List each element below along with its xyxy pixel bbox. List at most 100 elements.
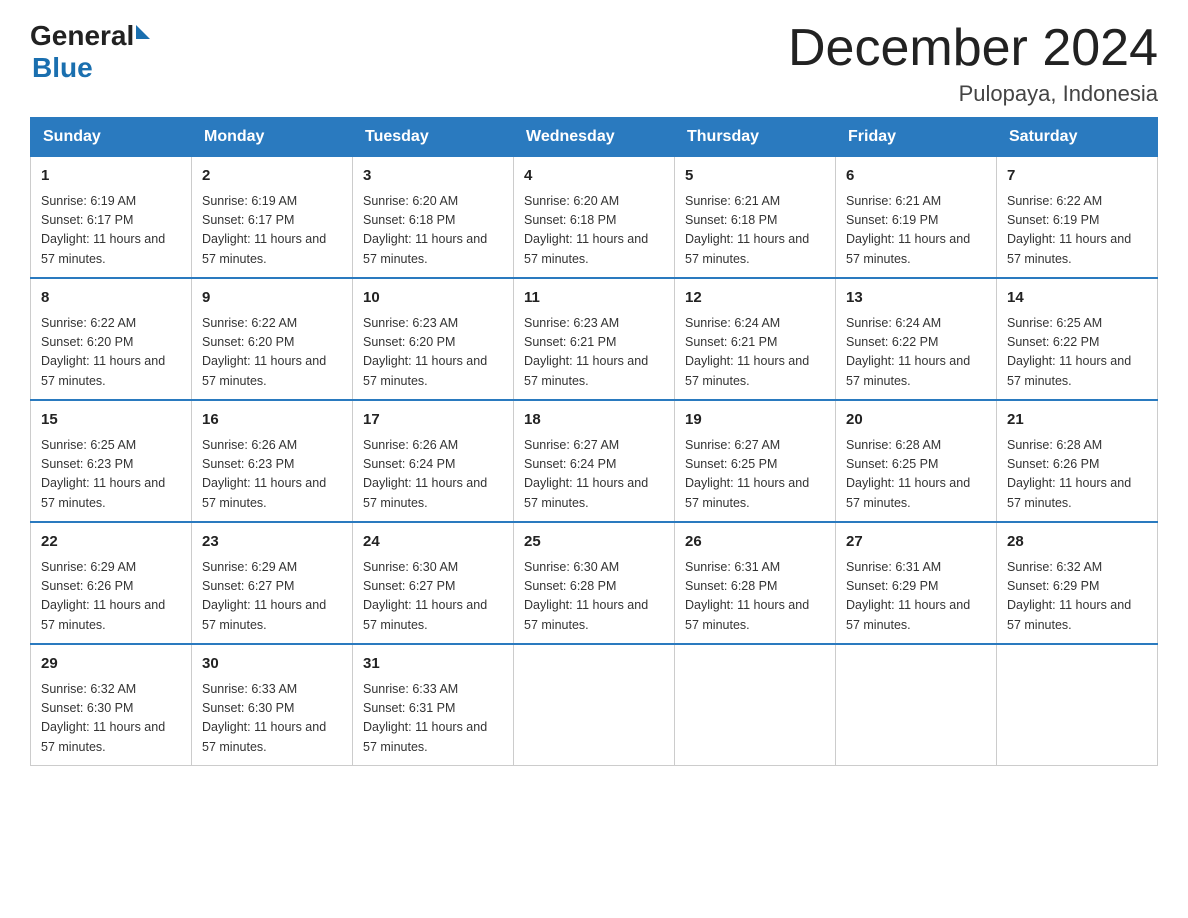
day-info: Sunrise: 6:23 AMSunset: 6:20 PMDaylight:… xyxy=(363,314,503,392)
header-day-thursday: Thursday xyxy=(675,118,836,157)
day-info: Sunrise: 6:33 AMSunset: 6:31 PMDaylight:… xyxy=(363,680,503,758)
day-number: 7 xyxy=(1007,165,1147,188)
calendar-cell: 4 Sunrise: 6:20 AMSunset: 6:18 PMDaylight… xyxy=(514,157,675,279)
calendar-cell: 27Sunrise: 6:31 AMSunset: 6:29 PMDayligh… xyxy=(836,522,997,644)
day-number: 21 xyxy=(1007,409,1147,432)
calendar-cell: 12 Sunrise: 6:24 AMSunset: 6:21 PMDayligh… xyxy=(675,278,836,400)
calendar-header: SundayMondayTuesdayWednesdayThursdayFrid… xyxy=(31,118,1158,157)
calendar-cell: 20 Sunrise: 6:28 AMSunset: 6:25 PMDayligh… xyxy=(836,400,997,522)
calendar-cell: 2Sunrise: 6:19 AMSunset: 6:17 PMDaylight… xyxy=(192,157,353,279)
calendar-cell: 1 Sunrise: 6:19 AMSunset: 6:17 PMDaylight… xyxy=(31,157,192,279)
day-info: Sunrise: 6:31 AMSunset: 6:28 PMDaylight:… xyxy=(685,558,825,636)
day-number: 18 xyxy=(524,409,664,432)
header-day-sunday: Sunday xyxy=(31,118,192,157)
day-number: 17 xyxy=(363,409,503,432)
day-number: 3 xyxy=(363,165,503,188)
day-number: 22 xyxy=(41,531,181,554)
title-section: December 2024 Pulopaya, Indonesia xyxy=(788,20,1158,107)
day-number: 31 xyxy=(363,653,503,676)
day-number: 24 xyxy=(363,531,503,554)
calendar-cell: 25Sunrise: 6:30 AMSunset: 6:28 PMDayligh… xyxy=(514,522,675,644)
header-day-saturday: Saturday xyxy=(997,118,1158,157)
calendar-cell xyxy=(675,644,836,766)
logo-blue-text: Blue xyxy=(32,52,150,84)
day-info: Sunrise: 6:21 AMSunset: 6:18 PMDaylight:… xyxy=(685,192,825,270)
calendar-table: SundayMondayTuesdayWednesdayThursdayFrid… xyxy=(30,117,1158,766)
header-day-wednesday: Wednesday xyxy=(514,118,675,157)
page-header: General Blue December 2024 Pulopaya, Ind… xyxy=(30,20,1158,107)
day-info: Sunrise: 6:19 AMSunset: 6:17 PMDaylight:… xyxy=(202,192,342,270)
day-number: 9 xyxy=(202,287,342,310)
day-info: Sunrise: 6:33 AMSunset: 6:30 PMDaylight:… xyxy=(202,680,342,758)
day-number: 10 xyxy=(363,287,503,310)
day-info: Sunrise: 6:21 AMSunset: 6:19 PMDaylight:… xyxy=(846,192,986,270)
day-info: Sunrise: 6:20 AMSunset: 6:18 PMDaylight:… xyxy=(363,192,503,270)
day-info: Sunrise: 6:22 AMSunset: 6:20 PMDaylight:… xyxy=(41,314,181,392)
day-info: Sunrise: 6:32 AMSunset: 6:30 PMDaylight:… xyxy=(41,680,181,758)
header-day-friday: Friday xyxy=(836,118,997,157)
calendar-body: 1 Sunrise: 6:19 AMSunset: 6:17 PMDaylight… xyxy=(31,157,1158,766)
day-number: 23 xyxy=(202,531,342,554)
day-info: Sunrise: 6:28 AMSunset: 6:26 PMDaylight:… xyxy=(1007,436,1147,514)
day-info: Sunrise: 6:19 AMSunset: 6:17 PMDaylight:… xyxy=(41,192,181,270)
calendar-week-row: 8 Sunrise: 6:22 AMSunset: 6:20 PMDaylight… xyxy=(31,278,1158,400)
day-number: 11 xyxy=(524,287,664,310)
calendar-cell: 10 Sunrise: 6:23 AMSunset: 6:20 PMDayligh… xyxy=(353,278,514,400)
day-number: 16 xyxy=(202,409,342,432)
day-number: 20 xyxy=(846,409,986,432)
calendar-cell: 7 Sunrise: 6:22 AMSunset: 6:19 PMDaylight… xyxy=(997,157,1158,279)
day-number: 25 xyxy=(524,531,664,554)
day-info: Sunrise: 6:25 AMSunset: 6:22 PMDaylight:… xyxy=(1007,314,1147,392)
calendar-cell xyxy=(836,644,997,766)
day-number: 13 xyxy=(846,287,986,310)
calendar-week-row: 29 Sunrise: 6:32 AMSunset: 6:30 PMDayligh… xyxy=(31,644,1158,766)
page-subtitle: Pulopaya, Indonesia xyxy=(788,81,1158,107)
day-number: 12 xyxy=(685,287,825,310)
day-number: 1 xyxy=(41,165,181,188)
calendar-cell: 18Sunrise: 6:27 AMSunset: 6:24 PMDayligh… xyxy=(514,400,675,522)
day-number: 29 xyxy=(41,653,181,676)
day-number: 6 xyxy=(846,165,986,188)
header-row: SundayMondayTuesdayWednesdayThursdayFrid… xyxy=(31,118,1158,157)
day-info: Sunrise: 6:23 AMSunset: 6:21 PMDaylight:… xyxy=(524,314,664,392)
day-info: Sunrise: 6:22 AMSunset: 6:19 PMDaylight:… xyxy=(1007,192,1147,270)
calendar-cell: 11 Sunrise: 6:23 AMSunset: 6:21 PMDayligh… xyxy=(514,278,675,400)
day-info: Sunrise: 6:29 AMSunset: 6:27 PMDaylight:… xyxy=(202,558,342,636)
day-info: Sunrise: 6:27 AMSunset: 6:25 PMDaylight:… xyxy=(685,436,825,514)
day-info: Sunrise: 6:32 AMSunset: 6:29 PMDaylight:… xyxy=(1007,558,1147,636)
day-number: 30 xyxy=(202,653,342,676)
calendar-cell: 19 Sunrise: 6:27 AMSunset: 6:25 PMDayligh… xyxy=(675,400,836,522)
page-title: December 2024 xyxy=(788,20,1158,77)
day-info: Sunrise: 6:26 AMSunset: 6:24 PMDaylight:… xyxy=(363,436,503,514)
calendar-week-row: 22 Sunrise: 6:29 AMSunset: 6:26 PMDayligh… xyxy=(31,522,1158,644)
day-number: 14 xyxy=(1007,287,1147,310)
day-info: Sunrise: 6:29 AMSunset: 6:26 PMDaylight:… xyxy=(41,558,181,636)
logo: General Blue xyxy=(30,20,150,84)
day-number: 19 xyxy=(685,409,825,432)
calendar-cell: 26 Sunrise: 6:31 AMSunset: 6:28 PMDayligh… xyxy=(675,522,836,644)
calendar-cell: 28 Sunrise: 6:32 AMSunset: 6:29 PMDayligh… xyxy=(997,522,1158,644)
calendar-cell: 30 Sunrise: 6:33 AMSunset: 6:30 PMDayligh… xyxy=(192,644,353,766)
calendar-cell: 23 Sunrise: 6:29 AMSunset: 6:27 PMDayligh… xyxy=(192,522,353,644)
day-number: 8 xyxy=(41,287,181,310)
day-number: 15 xyxy=(41,409,181,432)
day-number: 28 xyxy=(1007,531,1147,554)
day-number: 5 xyxy=(685,165,825,188)
day-info: Sunrise: 6:24 AMSunset: 6:21 PMDaylight:… xyxy=(685,314,825,392)
calendar-week-row: 1 Sunrise: 6:19 AMSunset: 6:17 PMDaylight… xyxy=(31,157,1158,279)
day-info: Sunrise: 6:28 AMSunset: 6:25 PMDaylight:… xyxy=(846,436,986,514)
calendar-cell: 15Sunrise: 6:25 AMSunset: 6:23 PMDayligh… xyxy=(31,400,192,522)
calendar-cell: 24 Sunrise: 6:30 AMSunset: 6:27 PMDayligh… xyxy=(353,522,514,644)
day-number: 4 xyxy=(524,165,664,188)
day-info: Sunrise: 6:31 AMSunset: 6:29 PMDaylight:… xyxy=(846,558,986,636)
calendar-cell: 8 Sunrise: 6:22 AMSunset: 6:20 PMDaylight… xyxy=(31,278,192,400)
day-info: Sunrise: 6:20 AMSunset: 6:18 PMDaylight:… xyxy=(524,192,664,270)
calendar-cell xyxy=(997,644,1158,766)
header-day-monday: Monday xyxy=(192,118,353,157)
day-info: Sunrise: 6:30 AMSunset: 6:27 PMDaylight:… xyxy=(363,558,503,636)
calendar-cell: 9Sunrise: 6:22 AMSunset: 6:20 PMDaylight… xyxy=(192,278,353,400)
day-number: 26 xyxy=(685,531,825,554)
logo-triangle-icon xyxy=(136,25,150,39)
calendar-cell: 22 Sunrise: 6:29 AMSunset: 6:26 PMDayligh… xyxy=(31,522,192,644)
calendar-cell: 3 Sunrise: 6:20 AMSunset: 6:18 PMDaylight… xyxy=(353,157,514,279)
